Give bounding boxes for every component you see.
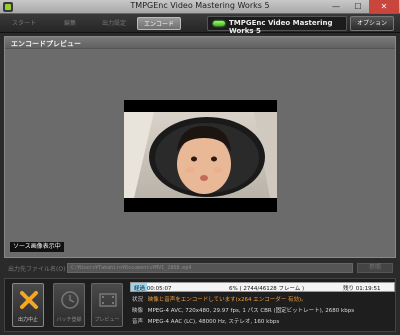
encode-control-bar: 出力中止 バッチ登録 プレビュー 経過 00:05:07 6% ( 2744/4… [4,278,396,332]
stop-x-icon [20,291,38,309]
step-tab-bar: スタート 編集 出力設定 エンコード TMPGEnc Video Masteri… [0,14,400,35]
panel-title: エンコードプレビュー [11,40,81,48]
stop-output-label: 出力中止 [17,317,38,323]
output-file-row: 出力先ファイル名(O) C:¥Users¥Takahiro¥Documents¥… [0,261,400,275]
browse-button[interactable]: 参照 [357,263,393,273]
options-button[interactable]: オプション [350,16,394,31]
batch-register-button[interactable]: バッチ登録 [53,283,85,327]
clock-icon [61,291,79,309]
video-value: MPEG-4 AVC, 720x480, 29.97 fps, 1 パス CBR… [147,308,355,314]
preview-video-image [124,112,277,198]
tab-start[interactable]: スタート [6,17,42,30]
source-display-badge: ソース画像表示中 [10,242,64,252]
status-led-icon [213,21,225,26]
elapsed-time: 経過 00:05:07 [134,286,172,292]
encode-preview-panel: エンコードプレビュー ソース画像表示中 [4,36,396,258]
encode-progress-bar: 経過 00:05:07 6% ( 2744/46128 フレーム ) 残り 01… [130,282,395,292]
output-file-input[interactable]: C:¥Users¥Takahiro¥Documents¥MVI_2868.mp4 [67,263,353,273]
frame-progress: 6% ( 2744/46128 フレーム ) [229,286,305,292]
status-key: 状況 [132,297,144,303]
status-row-audio: 音声 MPEG-4 AAC (LC), 48000 Hz, ステレオ, 160 … [132,317,279,325]
stop-output-button[interactable]: 出力中止 [12,283,44,327]
batch-register-label: バッチ登録 [56,317,82,323]
preview-label: プレビュー [94,317,120,323]
panel-header: エンコードプレビュー [5,37,395,49]
tab-encode[interactable]: エンコード [137,17,181,30]
close-button[interactable]: ✕ [369,0,399,13]
audio-value: MPEG-4 AAC (LC), 48000 Hz, ステレオ, 160 kbp… [147,319,280,325]
brand-banner: TMPGEnc Video Mastering Works 5 [207,16,347,35]
tab-output-settings[interactable]: 出力設定 [96,17,132,30]
status-row-state: 状況 映像と音声をエンコードしています(x264 エンコーダー 有効)。 [132,295,307,303]
preview-frame [124,100,277,212]
brand-text: TMPGEnc Video Mastering Works 5 [229,19,333,35]
preview-button[interactable]: プレビュー [91,283,123,327]
maximize-button[interactable]: ☐ [347,0,369,13]
film-icon [99,293,117,307]
audio-key: 音声 [132,319,144,325]
status-value: 映像と音声をエンコードしています(x264 エンコーダー 有効)。 [147,297,307,303]
status-row-video: 映像 MPEG-4 AVC, 720x480, 29.97 fps, 1 パス … [132,306,354,314]
tab-edit[interactable]: 編集 [52,17,88,30]
minimize-button[interactable]: — [325,0,347,13]
title-bar: TMPGEnc Video Mastering Works 5 — ☐ ✕ [0,0,400,14]
remaining-time: 残り 01:19:51 [343,286,381,292]
video-key: 映像 [132,308,144,314]
encode-status: 経過 00:05:07 6% ( 2744/46128 フレーム ) 残り 01… [130,282,395,330]
output-file-label: 出力先ファイル名(O) [8,266,66,273]
